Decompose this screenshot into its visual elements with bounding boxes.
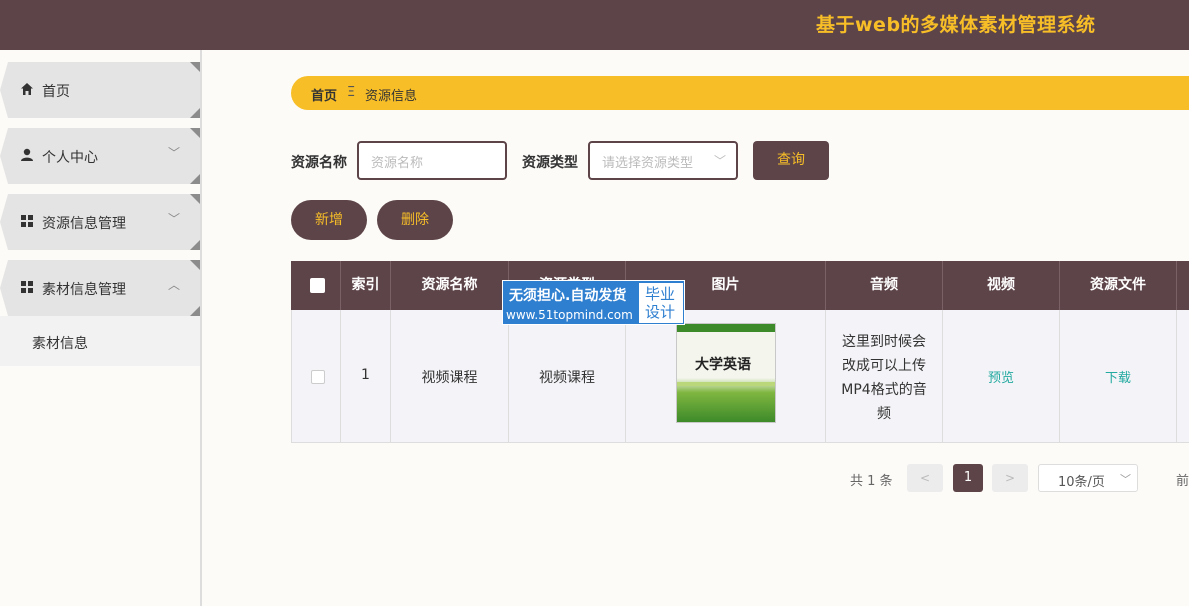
resource-table: 索引 资源名称 资源类型 图片 音频 视频 资源文件 1 视频课程 视频课程 大…: [291, 261, 1189, 443]
row-file-cell: 下载: [1060, 310, 1177, 443]
header-name: 资源名称: [391, 261, 509, 310]
grid-icon: [21, 281, 33, 293]
header-video: 视频: [943, 261, 1060, 310]
sidebar-subitem-label: 素材信息: [32, 336, 88, 352]
row-audio-text: 这里到时候会改成可以上传MP4格式的音频: [841, 334, 927, 422]
row-name-cell: 视频课程: [391, 310, 509, 443]
watermark-line1: 无须担心.自动发货: [509, 288, 627, 304]
resource-name-input[interactable]: 资源名称: [357, 141, 507, 180]
breadcrumb-home[interactable]: 首页: [311, 85, 337, 104]
watermark-line2: www.51topmind.com: [506, 308, 633, 322]
pagination-next-button[interactable]: >: [992, 464, 1028, 492]
grid-icon: [21, 215, 33, 227]
header-file: 资源文件: [1060, 261, 1177, 310]
sidebar-item-label: 资源信息管理: [42, 216, 126, 232]
pagination-goto-label: 前往: [1176, 474, 1189, 489]
chevron-down-icon: ﹀: [168, 212, 181, 226]
file-download-link[interactable]: 下载: [1060, 367, 1176, 386]
page-size-select[interactable]: 10条/页 ﹀: [1038, 464, 1138, 492]
breadcrumb-current: 资源信息: [365, 89, 418, 104]
pagination-prev-button[interactable]: <: [907, 464, 943, 492]
row-index: 1: [361, 367, 370, 383]
resource-type-label: 资源类型: [522, 155, 578, 171]
resource-type-placeholder: 请选择资源类型: [602, 156, 694, 171]
resource-type-select[interactable]: 请选择资源类型 ﹀: [588, 141, 738, 180]
sidebar-item-home[interactable]: 首页: [0, 62, 200, 118]
chevron-down-icon: ﹀: [713, 154, 726, 168]
sidebar: 首页 个人中心 ﹀ 资源信息管理 ﹀ 素材信息管理 ︿ 素材信息: [0, 50, 202, 606]
user-icon: [21, 148, 33, 161]
breadcrumb-separator-icon: Ξ: [347, 85, 356, 100]
sidebar-item-label: 个人中心: [42, 150, 98, 166]
row-image-cell: 大学英语: [626, 310, 826, 443]
resource-name-label: 资源名称: [291, 155, 347, 171]
row-type: 视频课程: [539, 370, 595, 386]
sidebar-item-material-management[interactable]: 素材信息管理 ︿: [0, 260, 200, 316]
resource-name-placeholder: 资源名称: [371, 156, 424, 171]
sidebar-item-resource-management[interactable]: 资源信息管理 ﹀: [0, 194, 200, 250]
book-cover-title: 大学英语: [695, 357, 751, 373]
chevron-down-icon: ﹀: [1120, 473, 1131, 486]
row-video-cell: 预览: [943, 310, 1060, 443]
row-audio-cell: 这里到时候会改成可以上传MP4格式的音频: [826, 310, 943, 443]
app-title: 基于web的多媒体素材管理系统: [816, 14, 1096, 36]
select-all-checkbox[interactable]: [310, 278, 325, 293]
chevron-down-icon: ﹀: [168, 146, 181, 160]
row-name: 视频课程: [421, 370, 478, 386]
sidebar-item-label: 素材信息管理: [42, 282, 126, 298]
top-bar: 基于web的多媒体素材管理系统: [0, 0, 1189, 50]
watermark-banner: 无须担心.自动发货 www.51topmind.com 毕业设计: [502, 280, 685, 325]
sidebar-item-label: 首页: [42, 84, 70, 100]
header-index: 索引: [341, 261, 391, 310]
row-checkbox[interactable]: [311, 370, 325, 384]
pagination-current-page[interactable]: 1: [953, 464, 983, 492]
row-index-cell: 1: [341, 310, 391, 443]
breadcrumb: 首页 Ξ 资源信息: [291, 76, 1189, 110]
row-more-cell: [1177, 310, 1189, 443]
query-button[interactable]: 查询: [753, 141, 829, 180]
chevron-up-icon: ︿: [168, 278, 181, 292]
pagination-total: 共 1 条: [850, 474, 893, 489]
watermark-badge-text: 毕业设计: [645, 285, 676, 321]
sidebar-subitem-material-info[interactable]: 素材信息: [0, 316, 200, 366]
header-select-all: [291, 261, 341, 310]
add-button[interactable]: 新增: [291, 200, 367, 240]
page-size-value: 10条/页: [1058, 475, 1105, 490]
row-select-cell: [291, 310, 341, 443]
row-type-cell: 视频课程: [509, 310, 626, 443]
header-audio: 音频: [826, 261, 943, 310]
header-more: [1177, 261, 1189, 310]
delete-button[interactable]: 删除: [377, 200, 453, 240]
home-icon: [21, 83, 33, 95]
watermark-badge: 毕业设计: [639, 283, 683, 323]
video-preview-link[interactable]: 预览: [943, 367, 1059, 386]
sidebar-item-profile[interactable]: 个人中心 ﹀: [0, 128, 200, 184]
book-cover-image[interactable]: 大学英语: [676, 323, 776, 423]
